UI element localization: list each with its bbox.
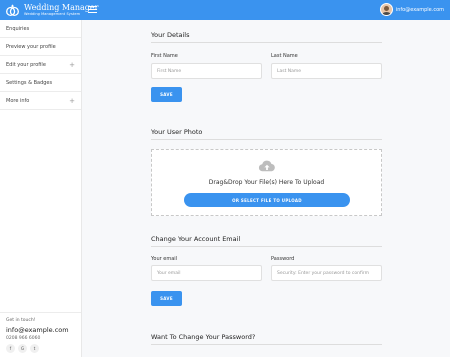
main-content: Your Details First Name Last Name First … <box>82 20 450 357</box>
wedding-rings-logo-icon <box>6 3 19 16</box>
sidebar-item-enquiries[interactable]: Enquiries <box>0 20 81 38</box>
twitter-icon[interactable]: t <box>30 344 39 353</box>
divider <box>151 344 382 345</box>
sidebar-item-label: Preview your profile <box>6 43 56 50</box>
save-details-button[interactable]: SAVE <box>151 87 182 102</box>
last-name-label: Last Name <box>271 53 298 59</box>
divider <box>151 246 382 247</box>
facebook-icon[interactable]: f <box>6 344 15 353</box>
contact-phone: 0208 966 6060 <box>6 336 41 341</box>
select-file-button[interactable]: OR SELECT FILE TO UPLOAD <box>184 193 350 207</box>
contact-email[interactable]: info@example.com <box>6 326 75 334</box>
section-title-password: Want To Change Your Password? <box>151 333 256 341</box>
cloud-upload-icon <box>258 160 275 172</box>
plus-icon[interactable]: + <box>69 61 75 69</box>
social-links: f G t <box>6 344 75 353</box>
avatar[interactable] <box>379 3 393 16</box>
sidebar-item-settings-badges[interactable]: Settings & Badges <box>0 74 81 92</box>
save-email-button[interactable]: SAVE <box>151 291 182 306</box>
dropzone-text: Drag&Drop Your File(s) Here To Upload <box>208 179 325 186</box>
plus-icon[interactable]: + <box>69 97 75 105</box>
brand[interactable]: Wedding Manager Wedding Management Syste… <box>5 2 98 18</box>
first-name-label: First Name <box>151 53 178 59</box>
email-label: Your email <box>151 256 178 262</box>
sidebar: Enquiries Preview your profile Edit your… <box>0 20 82 357</box>
sidebar-item-more-info[interactable]: More info + <box>0 92 81 110</box>
sidebar-item-label: Edit your profile <box>6 61 46 68</box>
contact-label: Get in touch! <box>6 318 36 323</box>
sidebar-item-label: Enquiries <box>6 25 30 32</box>
sidebar-item-preview-profile[interactable]: Preview your profile <box>0 38 81 56</box>
sidebar-item-edit-profile[interactable]: Edit your profile + <box>0 56 81 74</box>
section-title-email: Change Your Account Email <box>151 235 241 243</box>
user-email[interactable]: info@example.com <box>396 7 444 13</box>
password-input[interactable]: Security: Enter your password to confirm <box>271 265 382 281</box>
last-name-input[interactable]: Last Name <box>271 63 382 79</box>
section-title-photo: Your User Photo <box>151 128 203 136</box>
photo-dropzone[interactable]: Drag&Drop Your File(s) Here To Upload OR… <box>151 149 382 216</box>
google-plus-icon[interactable]: G <box>18 344 27 353</box>
sidebar-item-label: More info <box>6 97 30 104</box>
password-label: Password <box>271 256 295 262</box>
hamburger-icon[interactable] <box>88 6 97 14</box>
divider <box>151 139 382 140</box>
user-menu[interactable]: info@example.com <box>379 3 444 16</box>
sidebar-item-label: Settings & Badges <box>6 79 53 86</box>
email-input[interactable]: Your email <box>151 265 262 281</box>
divider <box>151 42 382 43</box>
section-title-details: Your Details <box>151 31 190 39</box>
top-bar: Wedding Manager Wedding Management Syste… <box>0 0 450 20</box>
first-name-input[interactable]: First Name <box>151 63 262 79</box>
sidebar-contact: Get in touch! info@example.com 0208 966 … <box>0 312 81 357</box>
